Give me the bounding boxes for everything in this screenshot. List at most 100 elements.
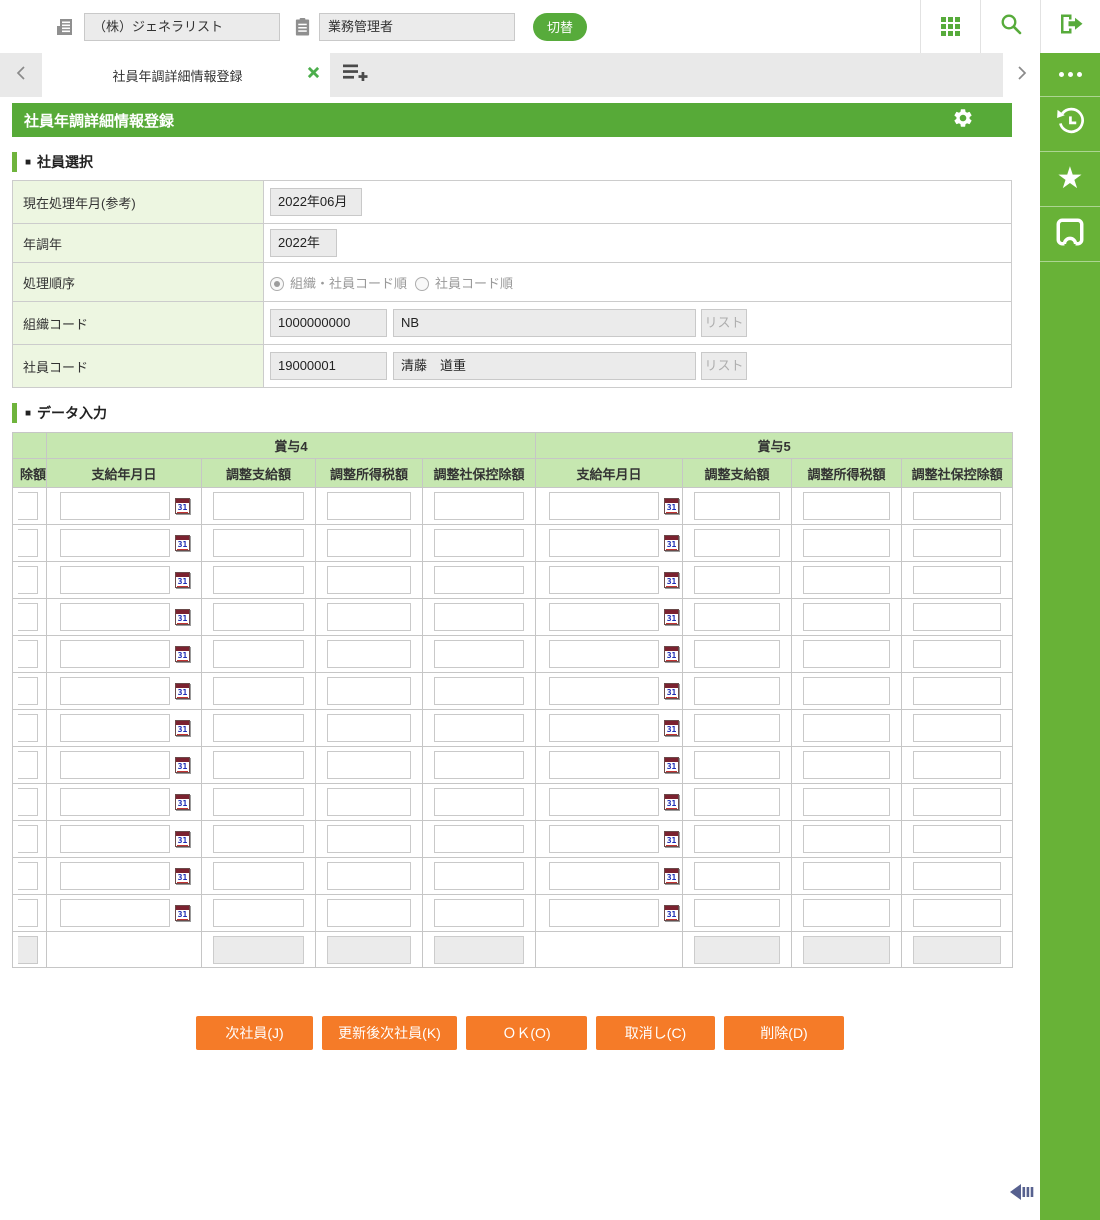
clipped-input[interactable]: [18, 751, 38, 779]
sidebar-history-button[interactable]: [1040, 97, 1100, 152]
adj-pay-input[interactable]: [694, 603, 781, 631]
adj-social-ins-input[interactable]: [434, 566, 525, 594]
adj-pay-input[interactable]: [694, 714, 781, 742]
adj-income-tax-input[interactable]: [803, 492, 891, 520]
update-next-employee-button[interactable]: 更新後次社員(K): [322, 1016, 457, 1050]
delete-button[interactable]: 削除(D): [724, 1016, 844, 1050]
adj-income-tax-input[interactable]: [803, 529, 891, 557]
switch-button[interactable]: 切替: [533, 12, 588, 41]
clipped-input[interactable]: [18, 640, 38, 668]
pay-date-input[interactable]: [549, 677, 660, 705]
adj-income-tax-input[interactable]: [327, 492, 411, 520]
adj-social-ins-input[interactable]: [434, 492, 525, 520]
pay-date-input[interactable]: [60, 603, 170, 631]
calendar-icon[interactable]: 31: [175, 683, 190, 699]
calendar-icon[interactable]: 31: [664, 905, 680, 921]
pay-date-input[interactable]: [549, 603, 660, 631]
adj-social-ins-input[interactable]: [434, 751, 525, 779]
clipped-input[interactable]: [18, 714, 38, 742]
adj-pay-input[interactable]: [694, 825, 781, 853]
pay-date-input[interactable]: [549, 492, 660, 520]
adj-income-tax-input[interactable]: [327, 899, 411, 927]
clipped-input[interactable]: [18, 529, 38, 557]
calendar-icon[interactable]: 31: [664, 868, 680, 884]
calendar-icon[interactable]: 31: [664, 794, 680, 810]
adj-social-ins-input[interactable]: [434, 862, 525, 890]
pay-date-input[interactable]: [549, 862, 660, 890]
adj-pay-input[interactable]: [213, 640, 304, 668]
adj-income-tax-input[interactable]: [327, 825, 411, 853]
adj-income-tax-input[interactable]: [327, 677, 411, 705]
adj-social-ins-input[interactable]: [913, 788, 1002, 816]
adj-income-tax-input[interactable]: [803, 899, 891, 927]
pay-date-input[interactable]: [549, 899, 660, 927]
adj-pay-input[interactable]: [213, 825, 304, 853]
adj-pay-input[interactable]: [694, 899, 781, 927]
next-employee-button[interactable]: 次社員(J): [196, 1016, 313, 1050]
adj-income-tax-input[interactable]: [327, 714, 411, 742]
sidebar-favorites-button[interactable]: ★: [1040, 152, 1100, 207]
pay-date-input[interactable]: [549, 529, 660, 557]
adj-pay-input[interactable]: [213, 529, 304, 557]
adj-income-tax-input[interactable]: [327, 751, 411, 779]
logout-button[interactable]: [1040, 0, 1100, 53]
adj-pay-input[interactable]: [694, 566, 781, 594]
adj-pay-input[interactable]: [694, 529, 781, 557]
search-button[interactable]: [980, 0, 1040, 53]
adj-income-tax-input[interactable]: [803, 825, 891, 853]
adj-social-ins-input[interactable]: [434, 899, 525, 927]
adj-income-tax-input[interactable]: [803, 603, 891, 631]
calendar-icon[interactable]: 31: [664, 646, 680, 662]
adj-income-tax-input[interactable]: [803, 714, 891, 742]
calendar-icon[interactable]: 31: [175, 498, 190, 514]
adj-social-ins-input[interactable]: [434, 677, 525, 705]
clipped-input[interactable]: [18, 603, 38, 631]
adj-social-ins-input[interactable]: [913, 751, 1002, 779]
tab-scroll-left-button[interactable]: [0, 53, 42, 97]
adj-income-tax-input[interactable]: [327, 862, 411, 890]
add-tab-button[interactable]: [330, 53, 380, 97]
pay-date-input[interactable]: [549, 640, 660, 668]
sidebar-inbox-button[interactable]: [1040, 207, 1100, 262]
adj-social-ins-input[interactable]: [913, 640, 1002, 668]
adj-pay-input[interactable]: [694, 788, 781, 816]
pay-date-input[interactable]: [549, 825, 660, 853]
calendar-icon[interactable]: 31: [664, 535, 680, 551]
calendar-icon[interactable]: 31: [175, 646, 190, 662]
adj-social-ins-input[interactable]: [434, 640, 525, 668]
ok-button[interactable]: ＯＫ(O): [466, 1016, 587, 1050]
adj-pay-input[interactable]: [213, 862, 304, 890]
cancel-button[interactable]: 取消し(C): [596, 1016, 715, 1050]
adj-pay-input[interactable]: [213, 603, 304, 631]
adj-social-ins-input[interactable]: [913, 825, 1002, 853]
adj-social-ins-input[interactable]: [434, 788, 525, 816]
pay-date-input[interactable]: [60, 566, 170, 594]
calendar-icon[interactable]: 31: [175, 831, 190, 847]
clipped-input[interactable]: [18, 899, 38, 927]
adj-income-tax-input[interactable]: [803, 566, 891, 594]
adj-income-tax-input[interactable]: [803, 640, 891, 668]
pay-date-input[interactable]: [60, 529, 170, 557]
adj-pay-input[interactable]: [694, 640, 781, 668]
calendar-icon[interactable]: 31: [664, 609, 680, 625]
adj-income-tax-input[interactable]: [327, 640, 411, 668]
calendar-icon[interactable]: 31: [664, 683, 680, 699]
pay-date-input[interactable]: [60, 714, 170, 742]
adj-pay-input[interactable]: [694, 492, 781, 520]
clipped-input[interactable]: [18, 677, 38, 705]
tab-active[interactable]: 社員年調詳細情報登録: [42, 53, 330, 97]
adj-pay-input[interactable]: [213, 751, 304, 779]
adj-social-ins-input[interactable]: [913, 677, 1002, 705]
calendar-icon[interactable]: 31: [175, 757, 190, 773]
calendar-icon[interactable]: 31: [664, 831, 680, 847]
calendar-icon[interactable]: 31: [175, 609, 190, 625]
adj-pay-input[interactable]: [213, 714, 304, 742]
clipped-input[interactable]: [18, 788, 38, 816]
calendar-icon[interactable]: 31: [175, 868, 190, 884]
pay-date-input[interactable]: [60, 492, 170, 520]
adj-pay-input[interactable]: [694, 862, 781, 890]
calendar-icon[interactable]: 31: [664, 720, 680, 736]
calendar-icon[interactable]: 31: [175, 905, 190, 921]
pay-date-input[interactable]: [60, 788, 170, 816]
calendar-icon[interactable]: 31: [664, 757, 680, 773]
